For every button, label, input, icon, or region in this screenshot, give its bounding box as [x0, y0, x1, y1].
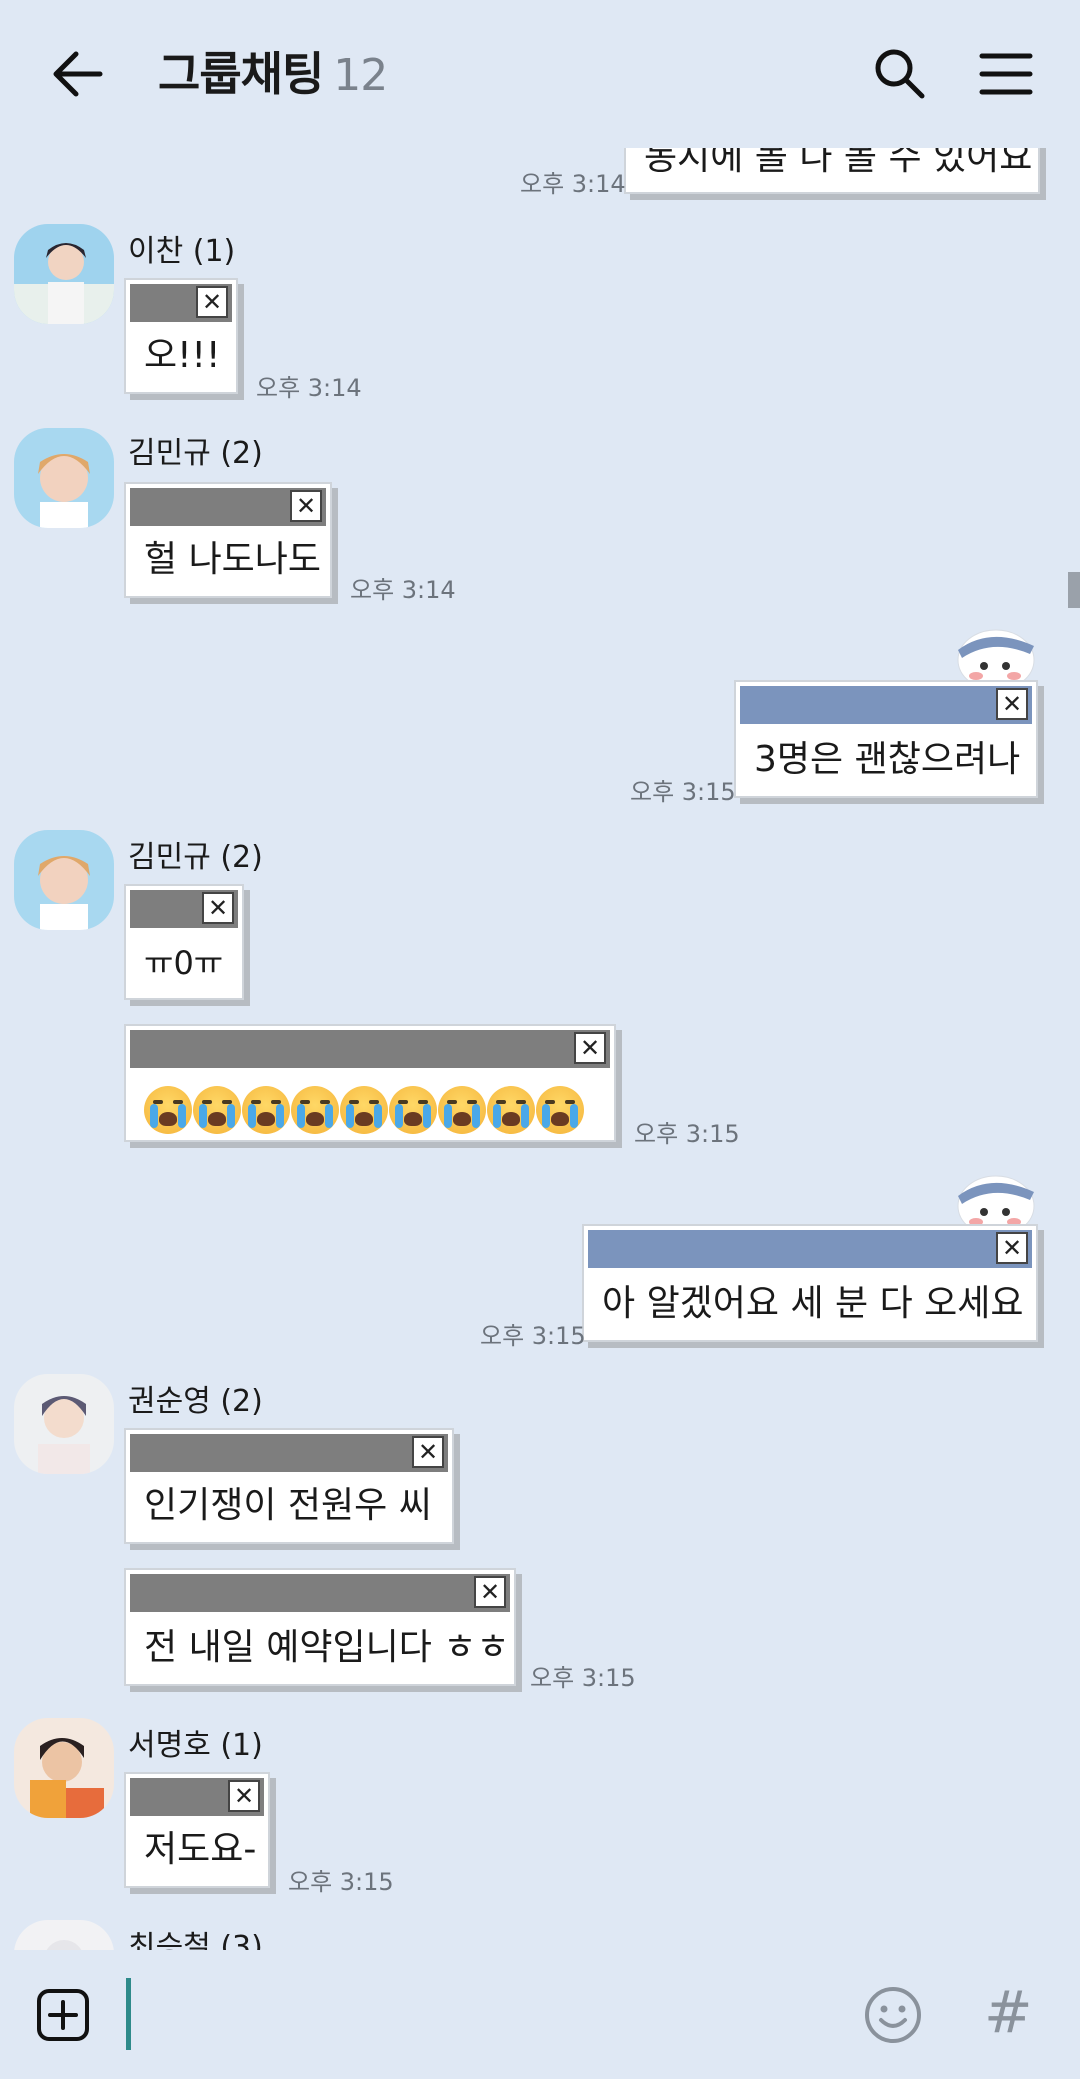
bubble-title-bar	[130, 1574, 510, 1612]
tear	[248, 1104, 256, 1128]
tear	[423, 1104, 431, 1128]
tear	[570, 1104, 578, 1128]
avatar-photo	[14, 830, 114, 930]
tear	[297, 1104, 305, 1128]
bubble-title-bar	[588, 1230, 1032, 1268]
message-bubble-mine[interactable]: ✕ 아 알겠어요 세 분 다 오세요	[582, 1224, 1038, 1342]
search-icon[interactable]	[872, 46, 928, 102]
tear	[178, 1104, 186, 1128]
message-text: 전 내일 예약입니다 ㅎㅎ	[144, 1627, 510, 1668]
sender-name: 김민규 (2)	[128, 840, 263, 875]
scrollbar-thumb[interactable]	[1068, 572, 1080, 608]
avatar[interactable]	[14, 1920, 114, 1950]
plus-icon[interactable]	[36, 1988, 90, 2042]
message-bubble[interactable]: ✕ 헐 나도나도	[124, 482, 332, 598]
message-text: 헐 나도나도	[144, 539, 322, 580]
tear	[374, 1104, 382, 1128]
member-count: 12	[333, 50, 388, 101]
message-time: 오후 3:14	[350, 576, 456, 604]
crying-face-icon	[242, 1086, 290, 1134]
message-bubble[interactable]: ✕ 인기쟁이 전원우 씨	[124, 1428, 454, 1544]
message-bubble-mine[interactable]: ✕ 3명은 괜찮으려나	[734, 680, 1038, 798]
message-text: 아 알겠어요 세 분 다 오세요	[602, 1283, 1024, 1324]
message-text: ㅠ0ㅠ	[144, 944, 224, 982]
crying-face-icon	[438, 1086, 486, 1134]
crying-face-icon	[536, 1086, 584, 1134]
tear	[472, 1104, 480, 1128]
message-time: 오후 3:15	[630, 778, 736, 806]
tear	[325, 1104, 333, 1128]
message-text: 3명은 괜찮으려나	[754, 739, 1021, 780]
message-time: 오후 3:15	[530, 1664, 636, 1692]
close-icon[interactable]: ✕	[290, 490, 322, 522]
avatar-photo	[14, 428, 114, 528]
crying-face-icon	[340, 1086, 388, 1134]
tear	[199, 1104, 207, 1128]
chat-area[interactable]: 동시에 볼 나 볼 수 있어요 오후 3:14 이찬 (1) ✕ 오!!! 오후…	[0, 0, 1080, 1950]
avatar[interactable]	[14, 830, 114, 930]
close-icon[interactable]: ✕	[412, 1436, 444, 1468]
sender-name: 서명호 (1)	[128, 1728, 263, 1763]
bubble-title-bar	[130, 1434, 448, 1472]
emoji-row	[144, 1086, 584, 1134]
message-bubble[interactable]: ✕ 저도요-	[124, 1772, 270, 1888]
message-text: 인기쟁이 전원우 씨	[144, 1485, 432, 1526]
hashtag-icon[interactable]: #	[984, 1978, 1033, 2046]
crying-face-icon	[144, 1086, 192, 1134]
crying-face-icon	[291, 1086, 339, 1134]
avatar-photo	[14, 1920, 114, 1950]
close-icon[interactable]: ✕	[202, 892, 234, 924]
avatar[interactable]	[14, 224, 114, 324]
close-icon[interactable]: ✕	[196, 286, 228, 318]
tear	[346, 1104, 354, 1128]
close-icon[interactable]: ✕	[474, 1576, 506, 1608]
avatar-photo	[14, 1718, 114, 1818]
sender-name: 이찬 (1)	[128, 234, 236, 269]
tear	[493, 1104, 501, 1128]
message-input-bar: #	[0, 1950, 1080, 2079]
menu-icon[interactable]	[978, 46, 1034, 102]
page-title: 그룹채팅 12	[158, 38, 388, 104]
message-text: 저도요-	[144, 1829, 257, 1870]
tear	[227, 1104, 235, 1128]
emoji-icon[interactable]	[864, 1986, 922, 2044]
message-bubble[interactable]: ✕ ㅠ0ㅠ	[124, 884, 244, 1000]
message-time: 오후 3:15	[634, 1120, 740, 1148]
bubble-title-bar	[130, 1030, 610, 1068]
header: 그룹채팅 12	[0, 0, 1080, 148]
close-icon[interactable]: ✕	[574, 1032, 606, 1064]
avatar[interactable]	[14, 1718, 114, 1818]
tear	[150, 1104, 158, 1128]
close-icon[interactable]: ✕	[996, 1232, 1028, 1264]
tear	[521, 1104, 529, 1128]
sender-name: 최승철 (3)	[128, 1930, 263, 1950]
message-bubble[interactable]: ✕ 오!!!	[124, 278, 238, 394]
message-time: 오후 3:15	[288, 1868, 394, 1896]
tear	[395, 1104, 403, 1128]
avatar[interactable]	[14, 1374, 114, 1474]
avatar[interactable]	[14, 428, 114, 528]
close-icon[interactable]: ✕	[996, 688, 1028, 720]
message-time: 오후 3:15	[480, 1322, 586, 1350]
sender-name: 권순영 (2)	[128, 1384, 263, 1419]
message-text: 오!!!	[144, 335, 221, 376]
back-arrow-icon[interactable]	[50, 48, 106, 100]
message-time: 오후 3:14	[256, 374, 362, 402]
crying-face-icon	[487, 1086, 535, 1134]
avatar-photo	[14, 224, 114, 324]
bubble-title-bar	[740, 686, 1032, 724]
tear	[444, 1104, 452, 1128]
tear	[542, 1104, 550, 1128]
sender-name: 김민규 (2)	[128, 436, 263, 471]
crying-face-icon	[193, 1086, 241, 1134]
crying-face-icon	[389, 1086, 437, 1134]
close-icon[interactable]: ✕	[228, 1780, 260, 1812]
avatar-photo	[14, 1374, 114, 1474]
message-input[interactable]	[126, 1978, 131, 2050]
chat-title: 그룹채팅	[158, 47, 324, 101]
tear	[276, 1104, 284, 1128]
message-time: 오후 3:14	[520, 170, 626, 198]
message-bubble[interactable]: ✕	[124, 1024, 616, 1142]
message-bubble[interactable]: ✕ 전 내일 예약입니다 ㅎㅎ	[124, 1568, 516, 1686]
